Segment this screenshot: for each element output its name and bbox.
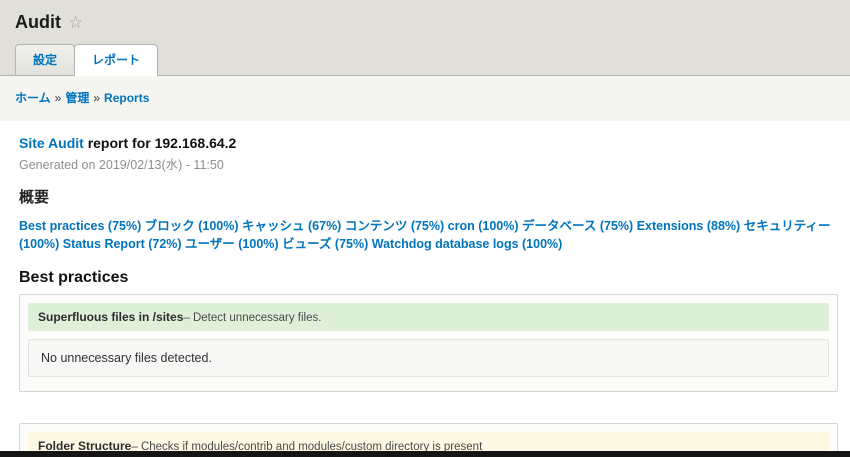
check-description: – Detect unnecessary files. [183, 312, 322, 324]
summary-links: Best practices (75%) ブロック (100%) キャッシュ (… [19, 217, 837, 253]
header-band: Audit ☆ 設定 レポート [0, 0, 850, 76]
window-bottom-edge [0, 451, 850, 457]
breadcrumb: ホーム» 管理» Reports [0, 76, 850, 121]
check-result: No unnecessary files detected. [28, 339, 829, 377]
check-name: Superfluous files in /sites [38, 310, 184, 324]
summary-link-best-practices[interactable]: Best practices (75%) [19, 219, 141, 233]
page-title: Audit [15, 12, 61, 32]
report-title: Site Audit report for 192.168.64.2 [19, 135, 838, 151]
summary-link-users[interactable]: ユーザー (100%) [185, 237, 279, 251]
summary-link-extensions[interactable]: Extensions (88%) [637, 219, 741, 233]
tab-report[interactable]: レポート [74, 44, 159, 76]
summary-link-cache[interactable]: キャッシュ (67%) [242, 219, 341, 233]
tab-settings[interactable]: 設定 [15, 44, 76, 75]
summary-link-cron[interactable]: cron (100%) [448, 219, 519, 233]
summary-heading: 概要 [19, 189, 50, 206]
summary-link-content[interactable]: コンテンツ (75%) [345, 219, 444, 233]
shortcut-star-icon[interactable]: ☆ [68, 14, 83, 31]
primary-tabs: 設定 レポート [0, 44, 850, 76]
breadcrumb-link-reports[interactable]: Reports [104, 91, 149, 105]
generated-date: Generated on 2019/02/13(水) - 11:50 [19, 158, 224, 172]
breadcrumb-link-home[interactable]: ホーム [15, 91, 51, 105]
summary-link-watchdog[interactable]: Watchdog database logs (100%) [372, 237, 563, 251]
summary-link-status-report[interactable]: Status Report (72%) [63, 237, 182, 251]
check-panel-superfluous-files: Superfluous files in /sites– Detect unne… [19, 294, 838, 392]
check-header-success: Superfluous files in /sites– Detect unne… [28, 303, 829, 331]
site-audit-link[interactable]: Site Audit [19, 135, 84, 151]
breadcrumb-separator: » [93, 91, 101, 105]
summary-link-block[interactable]: ブロック (100%) [145, 219, 239, 233]
page-title-row: Audit ☆ [0, 12, 850, 44]
breadcrumb-separator: » [54, 91, 62, 105]
summary-link-database[interactable]: データベース (75%) [522, 219, 633, 233]
report-title-text: report for 192.168.64.2 [83, 135, 237, 151]
report-content: Site Audit report for 192.168.64.2 Gener… [0, 121, 850, 457]
section-heading-best-practices: Best practices [19, 269, 129, 286]
breadcrumb-link-admin[interactable]: 管理 [65, 91, 89, 105]
summary-link-views[interactable]: ビューズ (75%) [282, 237, 368, 251]
